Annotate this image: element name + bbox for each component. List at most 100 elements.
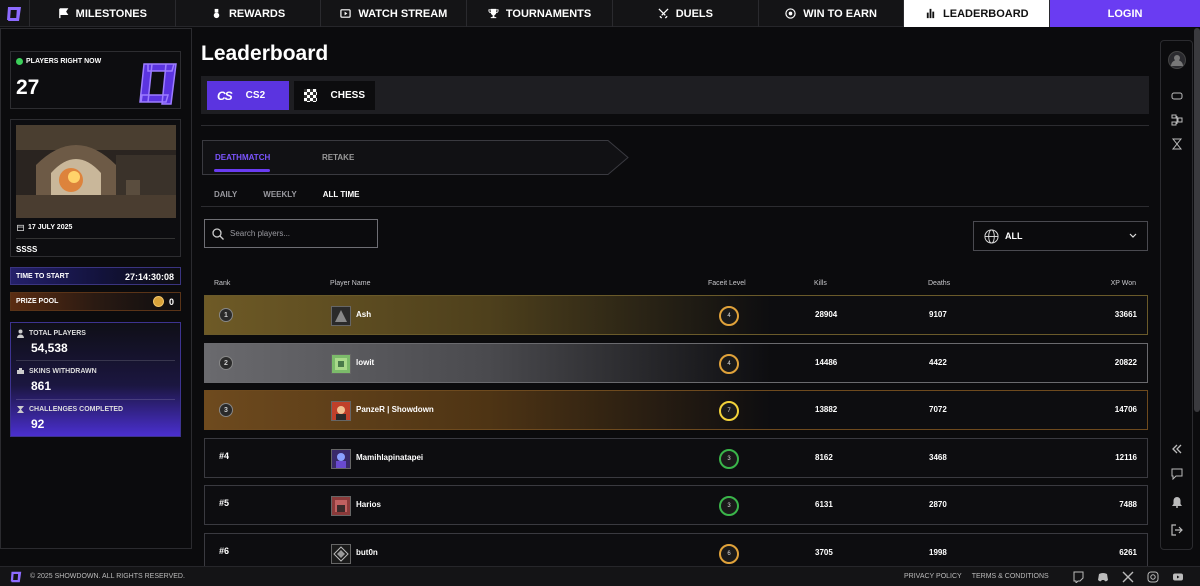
nav-label: LEADERBOARD <box>943 7 1029 20</box>
avatar <box>331 449 351 469</box>
nav-leaderboard[interactable]: LEADERBOARD <box>904 0 1051 27</box>
youtube-icon[interactable] <box>1172 571 1184 583</box>
swords-icon <box>658 8 669 19</box>
nav-tournaments[interactable]: TOURNAMENTS <box>467 0 613 27</box>
table-row[interactable]: #4 Mamihlapinatapei 3 8162 3468 12116 <box>204 438 1148 478</box>
rank-cell: #6 <box>219 546 230 556</box>
players-count: 27 <box>16 76 40 99</box>
privacy-policy-link[interactable]: PRIVACY POLICY <box>904 573 962 580</box>
rank-cell: 2 <box>219 356 233 370</box>
event-date-text: 17 JULY 2025 <box>28 224 73 231</box>
ticket-icon[interactable] <box>1171 90 1183 102</box>
stat-label: SKINS WITHDRAWN <box>29 368 97 375</box>
region-select[interactable]: ALL <box>973 221 1148 251</box>
left-sidebar: PLAYERS RIGHT NOW 27 17 JULY 2025 SSSS T… <box>0 28 192 549</box>
xp-cell: 12116 <box>1115 453 1137 462</box>
terms-link[interactable]: TERMS & CONDITIONS <box>972 573 1049 580</box>
region-value: ALL <box>1005 231 1023 241</box>
stat-value: 92 <box>31 417 45 431</box>
table-row[interactable]: #5 Harios 3 6131 2870 7488 <box>204 485 1148 525</box>
tab-deathmatch[interactable]: DEATHMATCH <box>215 153 270 162</box>
bracket-icon[interactable] <box>1171 114 1183 126</box>
search-icon <box>212 227 224 240</box>
avatar <box>331 354 351 374</box>
discord-icon[interactable] <box>1097 571 1109 583</box>
period-weekly[interactable]: WEEKLY <box>263 190 297 199</box>
xp-cell: 20822 <box>1114 358 1137 367</box>
chat-icon[interactable] <box>1171 468 1183 480</box>
bell-icon[interactable] <box>1171 496 1183 508</box>
flag-icon <box>58 8 69 19</box>
event-card[interactable]: 17 JULY 2025 SSSS <box>10 119 181 257</box>
showdown-logo[interactable] <box>0 0 30 27</box>
copyright: © 2025 SHOWDOWN. ALL RIGHTS RESERVED. <box>30 573 185 580</box>
main-content: Leaderboard CS CS2 CHESS DEATHMATCH RETA… <box>201 28 1151 573</box>
logout-icon[interactable] <box>1171 524 1183 536</box>
nav-label: WATCH STREAM <box>358 7 448 20</box>
nav-milestones[interactable]: MILESTONES <box>30 0 176 27</box>
stat-total-players: TOTAL PLAYERS 54,538 <box>16 329 86 355</box>
divider <box>201 206 1149 207</box>
table-header: Rank Player Name Faceit Level Kills Deat… <box>201 280 1149 292</box>
xp-cell: 6261 <box>1119 548 1137 557</box>
search-input[interactable] <box>230 229 370 238</box>
nav-rewards[interactable]: REWARDS <box>176 0 322 27</box>
top-nav: MILESTONES REWARDS WATCH STREAM TOURNAME… <box>0 0 1200 27</box>
nav-watch-stream[interactable]: WATCH STREAM <box>321 0 468 27</box>
tab-retake[interactable]: RETAKE <box>322 153 354 162</box>
search-box <box>204 219 378 248</box>
instagram-icon[interactable] <box>1147 571 1159 583</box>
deaths-cell: 1998 <box>929 548 947 557</box>
nav-duels[interactable]: DUELS <box>613 0 759 27</box>
time-to-start-card: TIME TO START 27:14:30:08 <box>10 267 181 285</box>
nav-label: WIN TO EARN <box>803 7 877 20</box>
avatar <box>331 401 351 421</box>
profile-avatar-icon[interactable] <box>1168 51 1186 69</box>
coin-icon <box>152 296 164 307</box>
double-chevron-left-icon[interactable] <box>1171 443 1183 455</box>
twitch-icon[interactable] <box>1072 571 1084 583</box>
divider <box>201 125 1149 126</box>
x-icon[interactable] <box>1122 571 1134 583</box>
col-player-name: Player Name <box>330 280 371 287</box>
chevron-down-icon <box>1129 233 1137 238</box>
col-rank: Rank <box>214 280 231 287</box>
prize-pool-card: PRIZE POOL 0 <box>10 292 181 311</box>
xp-cell: 33661 <box>1114 310 1137 319</box>
players-label-text: PLAYERS RIGHT NOW <box>26 58 102 65</box>
nav-win-to-earn[interactable]: WIN TO EARN <box>759 0 905 27</box>
mode-tabs: DEATHMATCH RETAKE <box>202 140 629 175</box>
tv-icon <box>340 9 351 18</box>
prize-pool-amount: 0 <box>152 296 174 307</box>
avatar-image <box>335 500 347 512</box>
table-row[interactable]: 3 PanzeR | Showdown 7 13882 7072 14706 <box>204 390 1148 430</box>
player-icon <box>17 329 24 338</box>
period-all-time[interactable]: ALL TIME <box>323 190 360 199</box>
hourglass-icon[interactable] <box>1171 138 1183 150</box>
prize-pool-value: 0 <box>168 296 174 307</box>
avatar <box>331 544 351 564</box>
event-divider <box>16 238 175 239</box>
logo-icon <box>7 6 22 21</box>
trophy-icon <box>488 8 499 19</box>
table-row[interactable]: 1 Ash 4 28904 9107 33661 <box>204 295 1148 335</box>
login-button[interactable]: LOGIN <box>1050 0 1200 27</box>
faceit-level-badge: 3 <box>719 496 739 516</box>
platform-stats-card: TOTAL PLAYERS 54,538 SKINS WITHDRAWN 861… <box>10 322 181 437</box>
stat-divider <box>16 399 175 400</box>
col-faceit-level: Faceit Level <box>708 280 746 287</box>
avatar <box>331 496 351 516</box>
globe-icon <box>984 228 999 244</box>
faceit-level-badge: 3 <box>719 449 739 469</box>
time-to-start-label: TIME TO START <box>16 273 70 280</box>
table-row[interactable]: 2 lowit 4 14486 4422 20822 <box>204 343 1148 383</box>
scrollbar[interactable] <box>1194 28 1200 412</box>
game-tab-chess[interactable]: CHESS <box>294 81 375 110</box>
kills-cell: 3705 <box>815 548 833 557</box>
game-tab-cs2[interactable]: CS CS2 <box>207 81 289 110</box>
period-daily[interactable]: DAILY <box>214 190 237 199</box>
cs-logo-icon: CS <box>217 88 233 103</box>
time-to-start-value: 27:14:30:08 <box>124 272 174 282</box>
player-name: Harios <box>356 500 381 509</box>
kills-cell: 28904 <box>815 310 838 319</box>
